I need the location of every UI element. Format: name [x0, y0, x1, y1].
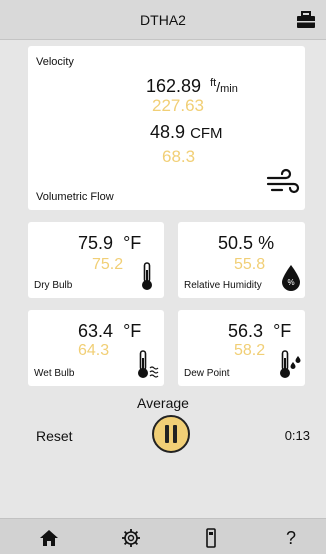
wet-bulb-thermometer-icon — [138, 350, 159, 378]
dew-point-secondary-value: 58.2 — [234, 342, 266, 359]
humidity-label: Relative Humidity — [184, 280, 262, 291]
wind-icon — [266, 168, 300, 194]
velocity-card[interactable]: Velocity 162.89 ft/min 227.63 48.9 CFM 6… — [28, 46, 305, 210]
reset-button[interactable]: Reset — [36, 428, 73, 444]
dew-point-thermometer-icon — [280, 350, 301, 378]
humidity-drop-icon: % — [282, 265, 300, 291]
dew-point-card[interactable]: 56.3 °F 58.2 Dew Point — [178, 310, 305, 386]
bottom-tab-bar: ? — [0, 518, 326, 554]
flow-label: Volumetric Flow — [36, 191, 114, 203]
humidity-card[interactable]: 50.5 % 55.8 Relative Humidity % — [178, 222, 305, 298]
thermometer-icon — [142, 262, 152, 290]
app-header: DTHA2 — [0, 0, 326, 40]
average-label: Average — [137, 395, 189, 411]
dry-bulb-label: Dry Bulb — [34, 280, 73, 291]
dew-point-value: 56.3 °F — [228, 321, 292, 341]
wet-bulb-value: 63.4 °F — [78, 321, 142, 341]
wet-bulb-label: Wet Bulb — [34, 368, 75, 379]
elapsed-timer: 0:13 — [284, 428, 310, 443]
svg-text:%: % — [287, 278, 294, 287]
flow-value: 48.9 CFM — [150, 122, 223, 142]
help-button[interactable]: ? — [280, 527, 302, 549]
dry-bulb-value: 75.9 °F — [78, 233, 142, 253]
home-icon[interactable] — [38, 527, 60, 549]
toolbox-icon[interactable] — [296, 11, 316, 29]
wet-bulb-card[interactable]: 63.4 °F 64.3 Wet Bulb — [28, 310, 164, 386]
flow-secondary-value: 68.3 — [162, 147, 196, 166]
humidity-value: 50.5 % — [218, 233, 275, 253]
app-title: DTHA2 — [140, 12, 186, 28]
humidity-secondary-value: 55.8 — [234, 256, 266, 273]
settings-gear-icon[interactable] — [120, 527, 142, 549]
dry-bulb-secondary-value: 75.2 — [92, 256, 124, 273]
wet-bulb-secondary-value: 64.3 — [78, 342, 110, 359]
dew-point-label: Dew Point — [184, 368, 230, 379]
meter-device-icon[interactable] — [200, 527, 222, 549]
pause-button[interactable] — [152, 415, 190, 453]
dry-bulb-card[interactable]: 75.9 °F 75.2 Dry Bulb — [28, 222, 164, 298]
velocity-label: Velocity — [36, 56, 74, 68]
velocity-secondary-value: 227.63 — [152, 96, 204, 115]
velocity-unit-den: min — [220, 83, 238, 95]
velocity-value: 162.89 ft/min — [146, 76, 238, 96]
